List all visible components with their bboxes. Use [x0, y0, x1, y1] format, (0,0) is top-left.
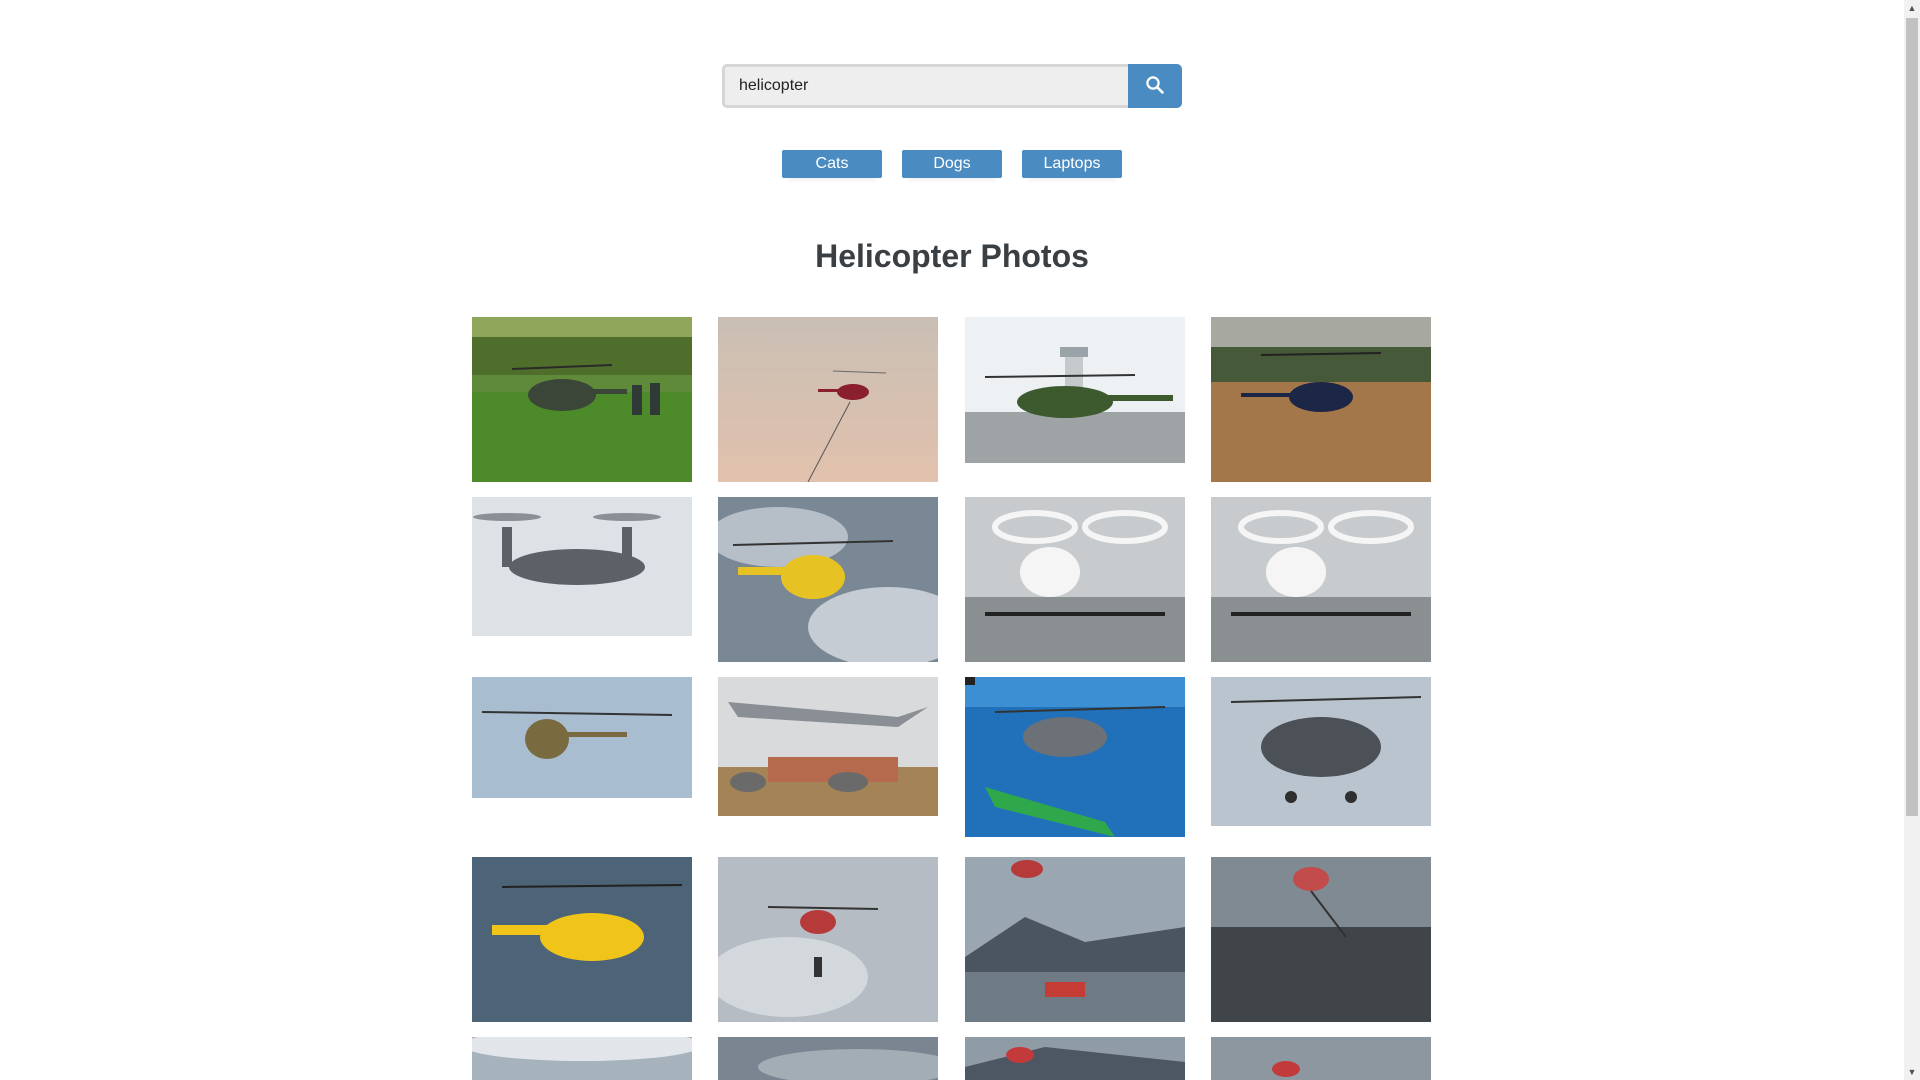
photo-thumbnail[interactable]: [965, 1037, 1185, 1080]
photo-thumbnail[interactable]: [965, 497, 1185, 662]
photo-thumbnail[interactable]: [472, 317, 692, 482]
photo-thumbnail[interactable]: [1211, 857, 1431, 1022]
photo-thumbnail[interactable]: [1211, 317, 1431, 482]
search-button[interactable]: [1128, 64, 1182, 108]
photo-thumbnail[interactable]: [1211, 1037, 1431, 1080]
photo-thumbnail[interactable]: [472, 857, 692, 1022]
photo-thumbnail[interactable]: [718, 1037, 938, 1080]
photo-thumbnail[interactable]: [1211, 677, 1431, 826]
photo-thumbnail[interactable]: [472, 1037, 692, 1080]
page-viewport: Cats Dogs Laptops Helicopter Photos: [0, 0, 1904, 1080]
scroll-up-arrow-icon[interactable]: ▲: [1904, 0, 1920, 16]
search-form: [722, 64, 1182, 108]
photo-thumbnail[interactable]: [718, 317, 938, 482]
scrollbar-thumb[interactable]: [1906, 18, 1918, 816]
laptops-button[interactable]: Laptops: [1022, 150, 1122, 178]
photo-thumbnail[interactable]: [718, 857, 938, 1022]
photo-thumbnail[interactable]: [965, 857, 1185, 1022]
photo-thumbnail[interactable]: [965, 317, 1185, 463]
photo-thumbnail[interactable]: [718, 677, 938, 816]
search-input[interactable]: [722, 64, 1128, 108]
photo-thumbnail[interactable]: [1211, 497, 1431, 662]
cats-button[interactable]: Cats: [782, 150, 882, 178]
photo-thumbnail[interactable]: [472, 677, 692, 798]
dogs-button[interactable]: Dogs: [902, 150, 1002, 178]
page-title: Helicopter Photos: [815, 238, 1089, 274]
search-icon: [1145, 75, 1165, 98]
photo-thumbnail[interactable]: [718, 497, 938, 662]
scroll-down-arrow-icon[interactable]: ▼: [1904, 1064, 1920, 1080]
photo-thumbnail[interactable]: [472, 497, 692, 636]
photo-thumbnail[interactable]: [965, 677, 1185, 837]
category-buttons: Cats Dogs Laptops: [0, 150, 1904, 178]
vertical-scrollbar[interactable]: ▲ ▼: [1904, 0, 1920, 1080]
